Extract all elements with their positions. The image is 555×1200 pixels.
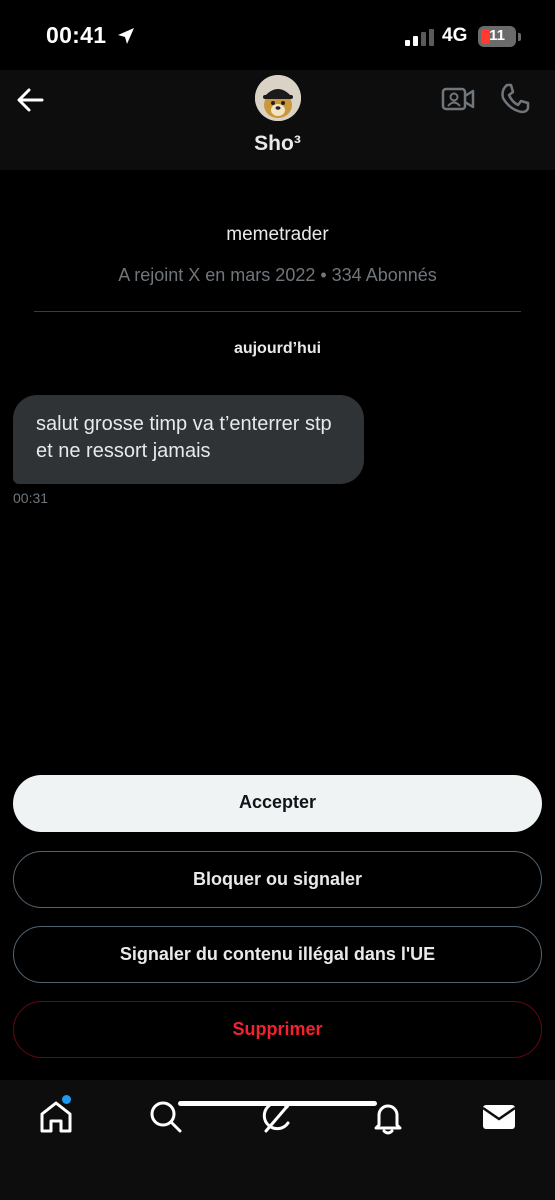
contact-name[interactable]: Sho³	[0, 132, 555, 156]
status-time: 00:41	[46, 22, 107, 48]
message-timestamp: 00:31	[13, 490, 49, 506]
block-or-report-button[interactable]: Bloquer ou signaler	[13, 851, 542, 908]
avatar[interactable]	[255, 75, 301, 121]
status-bar: 00:41 4G 11	[0, 0, 555, 70]
date-separator: aujourd’hui	[233, 340, 322, 357]
home-icon[interactable]	[36, 1097, 76, 1137]
phone-icon[interactable]	[498, 81, 532, 115]
message-text: salut grosse timp va t’enterrer stp et n…	[36, 413, 332, 462]
profile-handle[interactable]: memetrader	[0, 224, 555, 246]
battery-icon: 11	[478, 26, 516, 47]
back-arrow-icon[interactable]	[12, 82, 48, 118]
mail-icon[interactable]	[479, 1097, 519, 1137]
network-type: 4G	[442, 25, 468, 46]
home-indicator[interactable]	[178, 1101, 377, 1106]
location-arrow-icon	[118, 28, 134, 44]
signal-icon	[405, 29, 434, 46]
profile-meta: A rejoint X en mars 2022 • 334 Abonnés	[118, 265, 437, 285]
avatar-image	[255, 75, 301, 121]
message-bubble[interactable]: salut grosse timp va t’enterrer stp et n…	[13, 395, 364, 484]
report-illegal-content-button[interactable]: Signaler du contenu illégal dans l'UE	[13, 926, 542, 983]
divider	[34, 311, 521, 312]
bottom-nav	[0, 1080, 555, 1200]
conversation-header: Sho³	[0, 70, 555, 170]
home-notification-dot	[62, 1095, 71, 1104]
accept-button[interactable]: Accepter	[13, 775, 542, 832]
delete-button[interactable]: Supprimer	[13, 1001, 542, 1058]
battery-percentage: 11	[489, 27, 505, 44]
video-camera-icon[interactable]	[440, 84, 476, 114]
battery-cap	[518, 33, 521, 41]
